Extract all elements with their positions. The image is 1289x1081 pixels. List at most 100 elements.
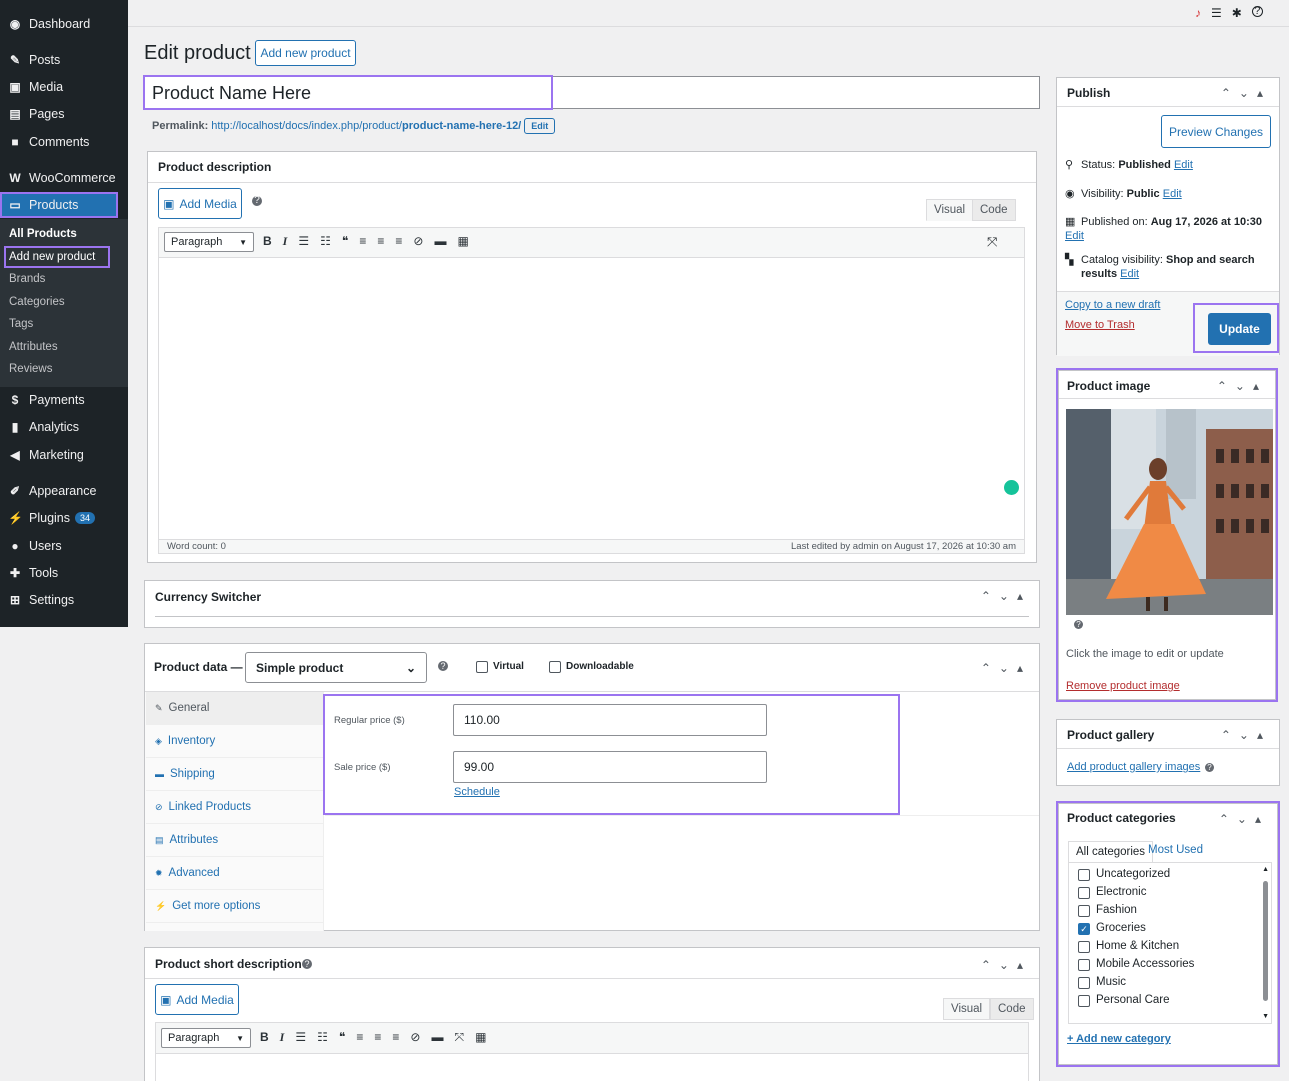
tab-visual[interactable]: Visual — [926, 199, 974, 221]
link-icon[interactable]: ⊘ — [410, 1030, 420, 1045]
scroll-down-icon[interactable]: ▼ — [1262, 1013, 1269, 1020]
grammarly-icon[interactable] — [1004, 480, 1019, 495]
category-checkbox[interactable] — [1078, 905, 1090, 917]
permalink-edit-button[interactable]: Edit — [524, 118, 556, 134]
bold-icon[interactable]: B — [263, 234, 272, 249]
product-type-select[interactable]: Simple product ⌄ — [245, 652, 427, 683]
submenu-item-attributes[interactable]: Attributes — [9, 341, 58, 353]
submenu-item-categories[interactable]: Categories — [9, 296, 65, 308]
box-controls[interactable]: ⌃⌄▴ — [981, 589, 1031, 603]
fullscreen-icon[interactable]: ⤧ — [454, 1030, 464, 1045]
read-more-icon[interactable]: ▬ — [434, 234, 446, 249]
toolbar-toggle-icon[interactable]: ▦ — [475, 1030, 486, 1045]
sidebar-item-users[interactable]: ● Users — [0, 533, 128, 559]
downloadable-checkbox[interactable] — [549, 661, 561, 673]
sidebar-item-comments[interactable]: ■ Comments — [0, 129, 128, 155]
published-edit-link[interactable]: Edit — [1065, 230, 1084, 242]
category-checkbox[interactable] — [1078, 977, 1090, 989]
box-controls[interactable]: ⌃⌄▴ — [981, 958, 1031, 972]
blockquote-icon[interactable]: ❝ — [342, 234, 348, 249]
sidebar-item-settings[interactable]: ⊞ Settings — [0, 587, 128, 613]
permalink-link[interactable]: http://localhost/docs/index.php/product/… — [211, 120, 521, 132]
product-image[interactable] — [1066, 409, 1273, 615]
sidebar-item-tools[interactable]: ✚ Tools — [0, 560, 128, 586]
regular-price-input[interactable]: 110.00 — [453, 704, 767, 736]
tab-general[interactable]: ✎ General — [146, 692, 323, 725]
short-editor-area[interactable]: Paragraph ▼ B I ☰ ☷ ❝ ≡ ≡ ≡ ⊘ ▬ ⤧ ▦ — [155, 1022, 1029, 1081]
add-new-product-button[interactable]: Add new product — [255, 40, 356, 66]
tab-linked-products[interactable]: ⊘ Linked Products — [146, 791, 323, 824]
bold-icon[interactable]: B — [260, 1030, 269, 1045]
align-left-icon[interactable]: ≡ — [356, 1030, 363, 1045]
submenu-item-add-new-product[interactable]: Add new product — [4, 246, 110, 268]
checkmark-icon[interactable]: ✓ — [1078, 923, 1090, 935]
tab-code[interactable]: Code — [972, 199, 1016, 221]
scroll-up-icon[interactable]: ▲ — [1262, 866, 1269, 873]
editor-area[interactable]: Paragraph ▼ B I ☰ ☷ ❝ ≡ ≡ ≡ ⊘ ▬ ▦ ⤧ Word count: 0 L… — [158, 227, 1025, 554]
category-checkbox[interactable] — [1078, 959, 1090, 971]
sidebar-item-posts[interactable]: ✎ Posts — [0, 47, 128, 73]
tab-visual[interactable]: Visual — [943, 998, 991, 1020]
remove-image-link[interactable]: Remove product image — [1066, 680, 1180, 692]
status-edit-link[interactable]: Edit — [1174, 159, 1193, 171]
link-icon[interactable]: ⊘ — [413, 234, 423, 249]
format-select[interactable]: Paragraph ▼ — [164, 232, 254, 252]
box-controls[interactable]: ⌃⌄▴ — [1221, 728, 1271, 742]
blockquote-icon[interactable]: ❝ — [339, 1030, 345, 1045]
sidebar-item-payments[interactable]: $ Payments — [0, 387, 128, 413]
sidebar-item-analytics[interactable]: ▮ Analytics — [0, 414, 128, 440]
scrollbar[interactable] — [1263, 881, 1268, 1001]
help-icon[interactable]: ? — [252, 196, 262, 206]
help-icon[interactable]: ? — [438, 661, 448, 671]
align-right-icon[interactable]: ≡ — [395, 234, 402, 249]
sidebar-item-pages[interactable]: ▤ Pages — [0, 101, 128, 127]
tab-get-more-options[interactable]: ⚡ Get more options — [146, 890, 323, 923]
add-category-link[interactable]: + Add new category — [1067, 1033, 1171, 1045]
box-controls[interactable]: ⌃⌄▴ — [1217, 379, 1267, 393]
visibility-edit-link[interactable]: Edit — [1163, 188, 1182, 200]
italic-icon[interactable]: I — [280, 1030, 285, 1045]
tab-attributes[interactable]: ▤ Attributes — [146, 824, 323, 857]
sale-price-input[interactable]: 99.00 — [453, 751, 767, 783]
align-left-icon[interactable]: ≡ — [359, 234, 366, 249]
box-controls[interactable]: ⌃⌄▴ — [1219, 812, 1269, 826]
category-checkbox[interactable] — [1078, 887, 1090, 899]
align-right-icon[interactable]: ≡ — [392, 1030, 399, 1045]
submenu-item-tags[interactable]: Tags — [9, 318, 33, 330]
bullet-list-icon[interactable]: ☰ — [298, 234, 309, 249]
help-icon[interactable]: ? — [1074, 620, 1083, 629]
move-to-trash-link[interactable]: Move to Trash — [1065, 319, 1135, 331]
sidebar-item-appearance[interactable]: ✐ Appearance — [0, 478, 128, 504]
submenu-item-all-products[interactable]: All Products — [9, 228, 77, 240]
toolbar-toggle-icon[interactable]: ▦ — [457, 234, 468, 249]
bullet-list-icon[interactable]: ☰ — [295, 1030, 306, 1045]
gear-icon[interactable]: ✱ — [1232, 6, 1242, 22]
category-checkbox[interactable] — [1078, 941, 1090, 953]
box-controls[interactable]: ⌃⌄▴ — [1221, 86, 1271, 100]
help-icon[interactable]: ? — [302, 959, 312, 969]
sidebar-item-dashboard[interactable]: ◉ Dashboard — [0, 11, 128, 37]
help-icon[interactable]: ? — [1251, 6, 1263, 17]
numbered-list-icon[interactable]: ☷ — [317, 1030, 328, 1045]
fullscreen-icon[interactable]: ⤧ — [987, 234, 997, 250]
sidebar-item-marketing[interactable]: ◀ Marketing — [0, 442, 128, 468]
read-more-icon[interactable]: ▬ — [431, 1030, 443, 1045]
list-icon[interactable]: ☰ — [1211, 6, 1222, 22]
catalog-edit-link[interactable]: Edit — [1120, 268, 1139, 280]
tab-inventory[interactable]: ◈ Inventory — [146, 725, 323, 758]
align-center-icon[interactable]: ≡ — [377, 234, 384, 249]
tab-most-used[interactable]: Most Used — [1148, 844, 1203, 856]
product-title-input[interactable]: Product Name Here — [143, 75, 1040, 110]
virtual-checkbox[interactable] — [476, 661, 488, 673]
sidebar-item-products[interactable]: ▭ Products — [0, 192, 118, 218]
bell-icon[interactable]: ♪ — [1195, 6, 1201, 22]
align-center-icon[interactable]: ≡ — [374, 1030, 381, 1045]
add-media-button[interactable]: ▣ Add Media — [155, 984, 239, 1015]
box-controls[interactable]: ⌃⌄▴ — [981, 661, 1031, 675]
sidebar-item-woocommerce[interactable]: W WooCommerce — [0, 165, 128, 191]
tab-advanced[interactable]: ✹ Advanced — [146, 857, 323, 890]
tab-all-categories[interactable]: All categories — [1068, 841, 1154, 863]
category-checkbox[interactable] — [1078, 995, 1090, 1007]
preview-changes-button[interactable]: Preview Changes — [1161, 115, 1271, 148]
submenu-item-brands[interactable]: Brands — [9, 273, 45, 285]
